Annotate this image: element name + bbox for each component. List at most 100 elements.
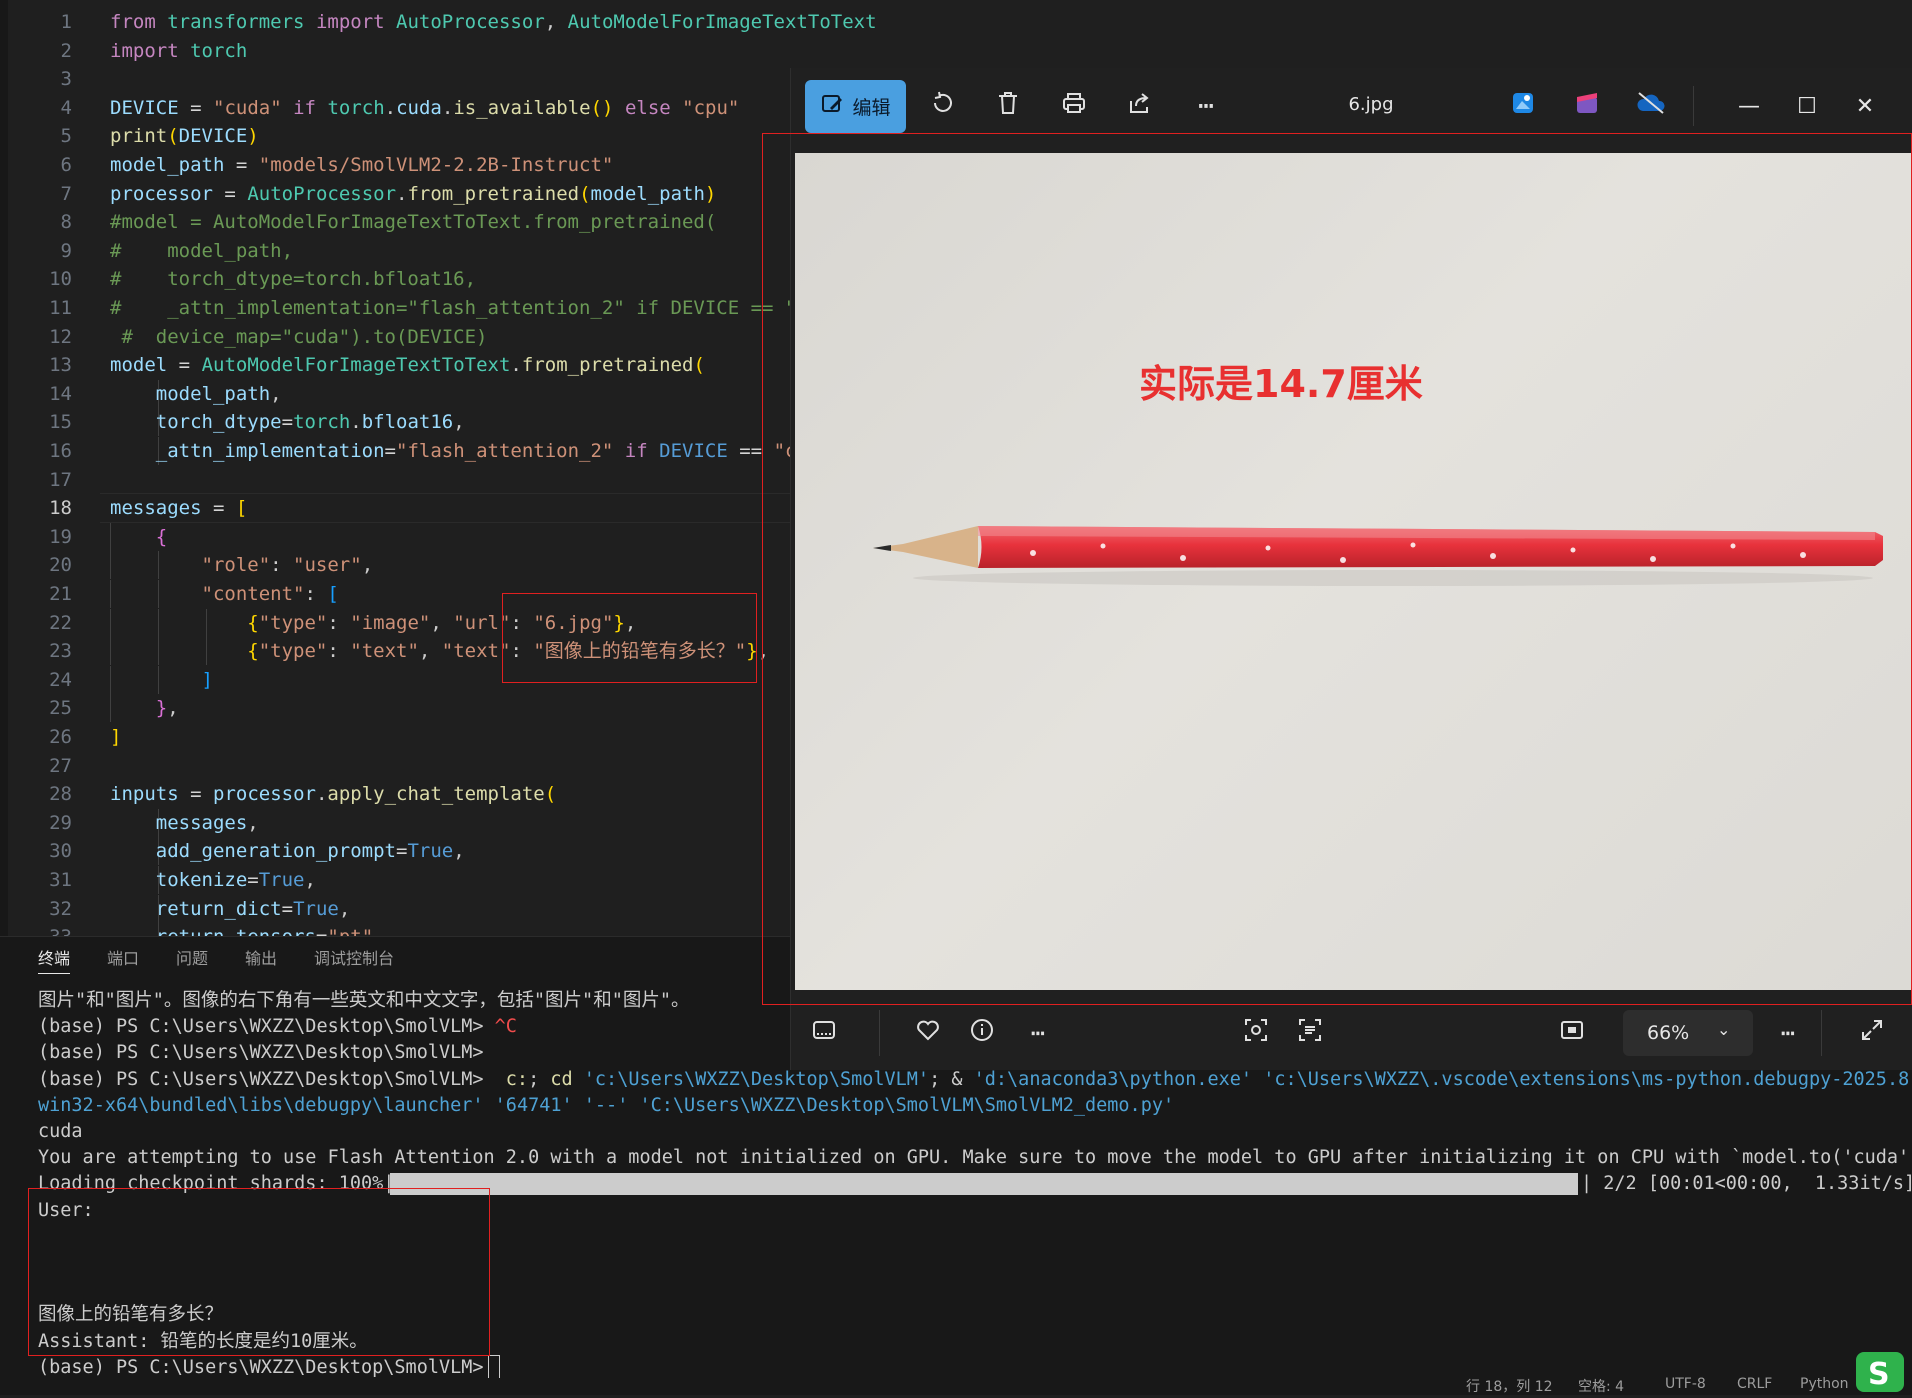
line-number: 4: [60, 96, 72, 119]
photos-app-icon: [1510, 90, 1536, 123]
line-number: 28: [49, 783, 72, 806]
status-encoding[interactable]: UTF-8: [1665, 1376, 1706, 1392]
line-number: 8: [60, 211, 72, 234]
line-number: 17: [49, 468, 72, 491]
line-number: 31: [49, 869, 72, 891]
clipchamp-button[interactable]: [1561, 81, 1613, 131]
code-text: "role": "user",: [201, 554, 374, 577]
print-button[interactable]: [1048, 81, 1100, 131]
terminal-line: (base) PS C:\Users\WXZZ\Desktop\SmolVLM>: [38, 1356, 484, 1378]
more-icon: ⋯: [1030, 1019, 1046, 1047]
toolbar-divider: [1693, 86, 1694, 126]
share-icon: [1127, 91, 1153, 122]
status-position[interactable]: 行 18，列 12: [1466, 1376, 1553, 1396]
line-number: 20: [49, 554, 72, 577]
code-text: # device_map="cuda").to(DEVICE): [110, 325, 488, 348]
onedrive-icon: [1635, 91, 1667, 122]
more-icon: ⋯: [1780, 1019, 1796, 1047]
tab-problems[interactable]: 问题: [176, 945, 208, 969]
code-line[interactable]: 2 import torch: [0, 37, 1912, 65]
zoom-value: 66%: [1647, 1022, 1690, 1044]
code-text: ]: [110, 726, 122, 748]
line-number: 30: [49, 840, 72, 863]
line-number: 18: [49, 497, 72, 520]
zoom-select[interactable]: 66% ⌄: [1623, 1010, 1753, 1056]
tab-debug-console[interactable]: 调试控制台: [314, 945, 394, 969]
more-zoom-button[interactable]: ⋯: [1763, 1008, 1813, 1058]
code-text: {: [155, 525, 168, 548]
line-number: 16: [49, 440, 72, 462]
line-number: 2: [60, 39, 72, 62]
edit-button[interactable]: 编辑: [805, 80, 906, 133]
tray-app-icon[interactable]: S: [1852, 1348, 1912, 1394]
line-number: 1: [60, 11, 72, 33]
tab-terminal[interactable]: 终端: [38, 945, 71, 974]
text-scan-button[interactable]: [1285, 1008, 1335, 1058]
terminal-line: You are attempting to use Flash Attentio…: [38, 1147, 1912, 1169]
tab-ports[interactable]: 端口: [107, 945, 139, 969]
close-icon: ✕: [1855, 93, 1875, 119]
code-text: messages,: [155, 811, 259, 834]
tab-output[interactable]: 输出: [245, 945, 277, 969]
bottom-divider-1: [879, 1010, 880, 1056]
line-number: 6: [60, 154, 72, 176]
edit-icon: [820, 92, 844, 121]
code-text: return_tensors="pt",: [110, 923, 385, 936]
filmstrip-button[interactable]: [799, 1008, 849, 1058]
highlight-box-code: [502, 593, 757, 683]
photos-app-button[interactable]: [1497, 81, 1549, 131]
visual-search-button[interactable]: [1231, 1008, 1281, 1058]
bottom-divider-2: [1821, 1010, 1822, 1056]
line-number: 9: [60, 239, 72, 262]
minimize-icon: —: [1738, 93, 1760, 119]
line-number: 32: [49, 897, 72, 920]
code-line[interactable]: 1 from transformers import AutoProcessor,…: [0, 8, 1912, 36]
line-number: 5: [60, 125, 72, 148]
status-eol[interactable]: CRLF: [1737, 1376, 1772, 1392]
code-text: processor = AutoProcessor.from_pretraine…: [110, 182, 717, 205]
text-scan-icon: [1297, 1017, 1323, 1049]
more-button[interactable]: ⋯: [1180, 81, 1232, 131]
progress-fill: [390, 1173, 1578, 1195]
more-bottom-button[interactable]: ⋯: [1013, 1008, 1063, 1058]
status-spaces[interactable]: 空格: 4: [1578, 1376, 1624, 1396]
close-button[interactable]: ✕: [1845, 86, 1885, 126]
code-text: messages = [: [110, 497, 248, 520]
terminal-line: win32-x64\bundled\libs\debugpy\launcher'…: [38, 1094, 1175, 1116]
status-language[interactable]: Python: [1800, 1376, 1849, 1392]
visual-search-icon: [1243, 1017, 1269, 1049]
terminal-line: (base) PS C:\Users\WXZZ\Desktop\SmolVLM>…: [38, 1016, 517, 1038]
delete-button[interactable]: [982, 81, 1034, 131]
svg-text:S: S: [1868, 1357, 1890, 1392]
viewer-bottom-bar: ⋯ 66% ⌄ ⋯: [791, 996, 1912, 1070]
line-number: 10: [49, 268, 72, 291]
fullscreen-button[interactable]: [1847, 1008, 1897, 1058]
code-text: model = AutoModelForImageTextToText.from…: [110, 354, 705, 377]
maximize-button[interactable]: ☐: [1787, 86, 1827, 126]
line-number: 25: [49, 697, 72, 720]
more-icon: ⋯: [1198, 91, 1214, 121]
terminal-line: (base) PS C:\Users\WXZZ\Desktop\SmolVLM>…: [38, 1068, 1912, 1090]
code-text: print(DEVICE): [110, 125, 259, 148]
line-number: 13: [49, 354, 72, 377]
code-text: model_path,: [155, 382, 282, 405]
code-text: add_generation_prompt=True,: [155, 840, 465, 863]
share-button[interactable]: [1114, 81, 1166, 131]
info-button[interactable]: [957, 1008, 1007, 1058]
print-icon: [1061, 91, 1087, 122]
actual-size-button[interactable]: [1547, 1008, 1597, 1058]
code-text: model_path = "models/SmolVLM2-2.2B-Instr…: [110, 154, 614, 176]
rotate-button[interactable]: [916, 81, 968, 131]
code-text: },: [155, 697, 179, 720]
favorite-button[interactable]: [903, 1008, 953, 1058]
code-text: return_dict=True,: [155, 897, 351, 920]
line-number: 27: [49, 754, 72, 777]
code-text: DEVICE = "cuda" if torch.cuda.is_availab…: [110, 96, 740, 119]
code-text: # model_path,: [110, 239, 294, 262]
onedrive-button[interactable]: [1625, 81, 1677, 131]
code-text: # torch_dtype=torch.bfloat16,: [110, 268, 477, 291]
line-number: 24: [49, 668, 72, 691]
code-text: from transformers import AutoProcessor, …: [110, 11, 877, 33]
highlight-box-terminal: [28, 1188, 490, 1356]
minimize-button[interactable]: —: [1729, 86, 1769, 126]
